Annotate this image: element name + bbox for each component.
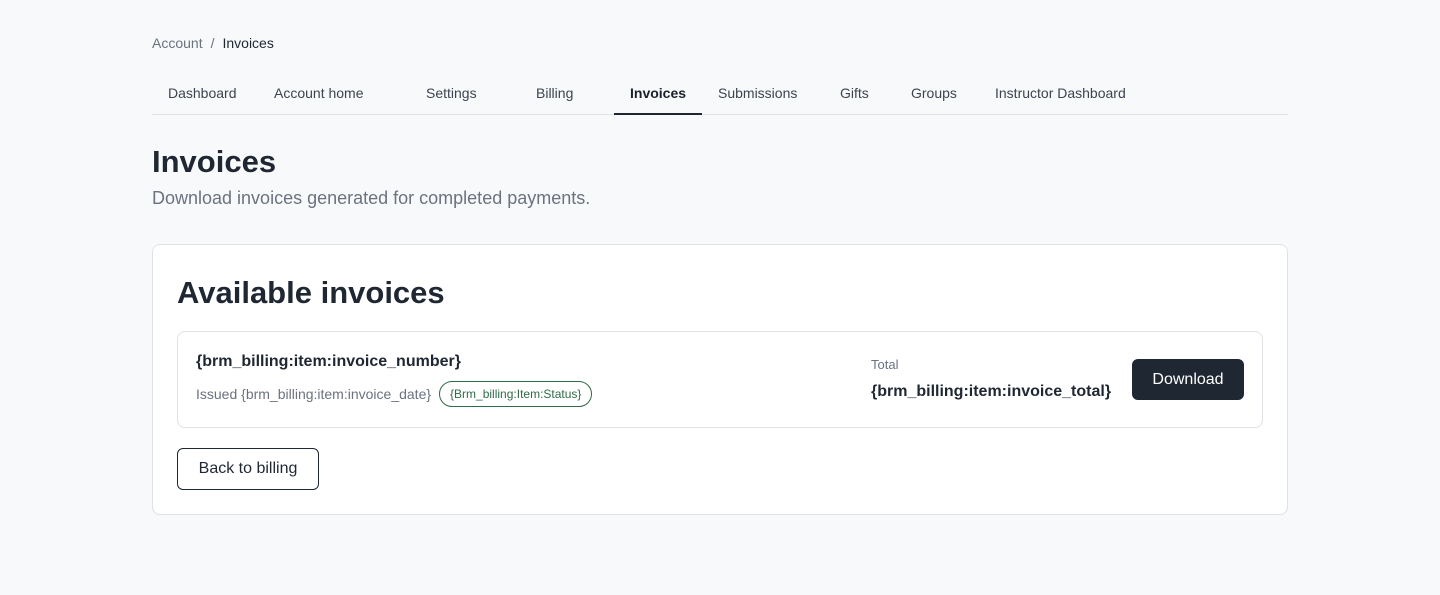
invoice-total-label: Total [871,357,899,372]
tab-settings[interactable]: Settings [410,73,520,115]
page-subtitle: Download invoices generated for complete… [152,188,591,208]
tab-groups[interactable]: Groups [895,73,979,115]
tab-billing[interactable]: Billing [520,73,614,115]
invoice-number: {brm_billing:item:invoice_number} [196,353,461,370]
back-to-billing-button[interactable]: Back to billing [177,448,319,490]
status-badge: {Brm_billing:Item:Status} [439,381,593,407]
breadcrumb-current: Invoices [222,35,274,51]
invoice-total-value: {brm_billing:item:invoice_total} [871,383,1112,400]
breadcrumb-account-link[interactable]: Account [152,34,203,52]
download-button[interactable]: Download [1132,359,1244,400]
page-title: Invoices [152,144,277,179]
account-tabs: Dashboard Account home Settings Billing … [152,73,1288,115]
available-invoices-card: Available invoices {brm_billing:item:inv… [152,244,1288,515]
card-title: Available invoices [177,275,445,310]
breadcrumb-separator: / [210,35,215,51]
invoice-row: {brm_billing:item:invoice_number} Issued… [177,331,1263,428]
tab-invoices[interactable]: Invoices [614,73,702,115]
invoice-meta: Issued {brm_billing:item:invoice_date} {… [196,381,593,407]
invoice-issued-date: Issued {brm_billing:item:invoice_date} [196,386,432,402]
tab-dashboard[interactable]: Dashboard [152,73,258,115]
tab-account-home[interactable]: Account home [258,73,410,115]
tab-instructor-dashboard[interactable]: Instructor Dashboard [979,73,1142,115]
tab-submissions[interactable]: Submissions [702,73,824,115]
page: Account / Invoices Dashboard Account hom… [0,0,1440,595]
tab-gifts[interactable]: Gifts [824,73,895,115]
breadcrumb: Account / Invoices [152,34,274,52]
